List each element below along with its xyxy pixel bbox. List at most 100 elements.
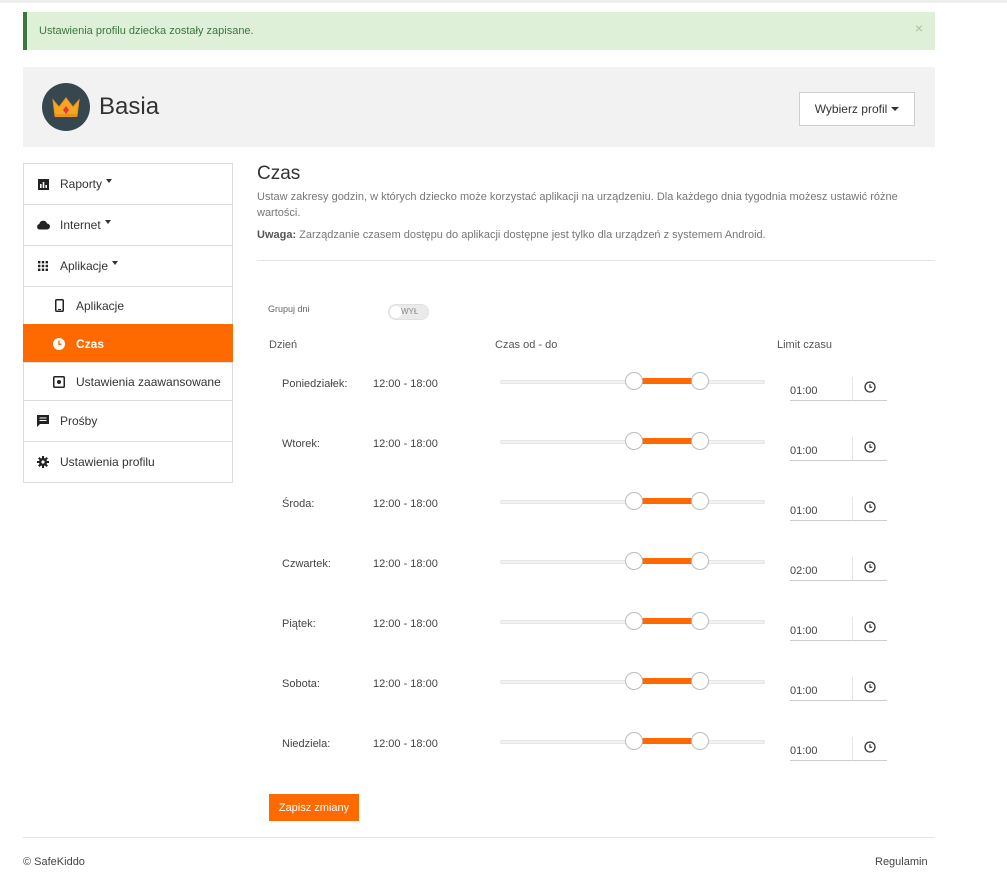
page-description: Ustaw zakresy godzin, w których dziecko …: [257, 191, 898, 219]
time-range-label: 12:00 - 18:00: [373, 438, 438, 450]
schedule-row: Środa: 12:00 - 18:00 01:00: [0, 492, 1007, 558]
note-text: Zarządzanie czasem dostępu do aplikacji …: [296, 229, 766, 241]
slider-range-fill: [633, 738, 700, 744]
slider-range-fill: [633, 558, 700, 564]
time-range-label: 12:00 - 18:00: [373, 378, 438, 390]
time-limit-input[interactable]: 01:00: [790, 497, 852, 521]
schedule-row: Niedziela: 12:00 - 18:00 01:00: [0, 732, 1007, 798]
note-label: Uwaga:: [257, 229, 297, 241]
group-days-toggle[interactable]: WYŁ: [388, 304, 429, 320]
slider-range-fill: [633, 378, 700, 384]
time-range-label: 12:00 - 18:00: [373, 558, 438, 570]
clock-icon: [52, 337, 66, 351]
sidebar-item-label: Aplikacje: [76, 298, 125, 313]
crown-icon: [52, 97, 80, 117]
sidebar-item-label: Internet: [60, 218, 101, 232]
time-limit-input[interactable]: 01:00: [790, 377, 852, 401]
day-label: Wtorek:: [282, 438, 320, 450]
schedule-row: Sobota: 12:00 - 18:00 01:00: [0, 672, 1007, 738]
slider-handle-end[interactable]: [690, 432, 709, 450]
day-label: Poniedziałek:: [282, 378, 348, 390]
profile-header: Basia Wybierz profil: [23, 67, 935, 147]
page-title: Czas: [257, 163, 301, 184]
save-button[interactable]: Zapisz zmiany: [269, 794, 359, 821]
profile-select-label: Wybierz profil: [814, 102, 888, 116]
time-limit-input[interactable]: 01:00: [790, 437, 852, 461]
terms-link[interactable]: Regulamin: [875, 856, 928, 868]
time-range-label: 12:00 - 18:00: [373, 498, 438, 510]
time-limit-input[interactable]: 01:00: [790, 677, 852, 701]
slider-handle-start[interactable]: [624, 492, 643, 510]
slider-handle-start[interactable]: [624, 612, 643, 630]
clock-icon[interactable]: [852, 557, 887, 581]
sidebar-item-label: Raporty: [60, 177, 103, 191]
chevron-down-icon: [104, 220, 111, 224]
sidebar-item-internet[interactable]: Internet: [23, 204, 233, 246]
time-range-slider[interactable]: [500, 672, 765, 690]
avatar: [42, 83, 90, 131]
column-header-limit: Limit czasu: [777, 339, 833, 351]
success-alert: Ustawienia profilu dziecka zostały zapis…: [23, 12, 935, 50]
bar-chart-icon: [36, 177, 50, 191]
cloud-icon: [36, 218, 50, 232]
slider-handle-end[interactable]: [690, 492, 709, 510]
slider-range-fill: [633, 618, 700, 624]
slider-handle-end[interactable]: [690, 372, 709, 390]
sidebar-subitem-czas[interactable]: Czas: [23, 324, 233, 363]
day-label: Czwartek:: [282, 558, 331, 570]
sidebar-item-label: Czas: [76, 336, 105, 351]
profile-select-button[interactable]: Wybierz profil: [799, 92, 915, 126]
schedule-row: Poniedziałek: 12:00 - 18:00 01:00: [0, 372, 1007, 438]
day-label: Niedziela:: [282, 738, 331, 750]
slider-range-fill: [633, 678, 700, 684]
time-range-label: 12:00 - 18:00: [373, 738, 438, 750]
sidebar-item-aplikacje[interactable]: Aplikacje: [23, 245, 233, 287]
clock-icon[interactable]: [852, 437, 887, 461]
slider-handle-start[interactable]: [624, 552, 643, 570]
toggle-state: WYŁ: [401, 307, 419, 316]
clock-icon[interactable]: [852, 677, 887, 701]
slider-handle-start[interactable]: [624, 432, 643, 450]
chevron-down-icon: [106, 179, 113, 183]
time-limit-input[interactable]: 01:00: [790, 617, 852, 641]
phone-icon: [52, 299, 66, 313]
group-days-label: Grupuj dni: [268, 304, 310, 314]
sidebar-subitem-aplikacje[interactable]: Aplikacje: [23, 286, 233, 325]
apps-grid-icon: [36, 259, 50, 273]
slider-handle-end[interactable]: [690, 672, 709, 690]
clock-icon[interactable]: [852, 497, 887, 521]
time-range-slider[interactable]: [500, 552, 765, 570]
time-range-label: 12:00 - 18:00: [373, 678, 438, 690]
chevron-down-icon: [112, 261, 119, 265]
schedule-row: Czwartek: 12:00 - 18:00 02:00: [0, 552, 1007, 618]
sidebar-item-raporty[interactable]: Raporty: [23, 163, 233, 205]
time-range-slider[interactable]: [500, 492, 765, 510]
slider-range-fill: [633, 438, 700, 444]
slider-handle-end[interactable]: [690, 612, 709, 630]
time-range-slider[interactable]: [500, 372, 765, 390]
schedule-row: Wtorek: 12:00 - 18:00 01:00: [0, 432, 1007, 498]
clock-icon[interactable]: [852, 617, 887, 641]
footer-copyright: © SafeKiddo: [23, 856, 85, 868]
time-limit-input[interactable]: 02:00: [790, 557, 852, 581]
slider-handle-start[interactable]: [624, 372, 643, 390]
time-range-label: 12:00 - 18:00: [373, 618, 438, 630]
page-note: Uwaga: Zarządzanie czasem dostępu do apl…: [257, 229, 917, 241]
time-range-slider[interactable]: [500, 432, 765, 450]
clock-icon[interactable]: [852, 737, 887, 761]
slider-handle-start[interactable]: [624, 672, 643, 690]
time-range-slider[interactable]: [500, 732, 765, 750]
footer-divider: [23, 837, 935, 838]
slider-handle-start[interactable]: [624, 732, 643, 750]
divider: [257, 260, 935, 261]
time-limit-input[interactable]: 01:00: [790, 737, 852, 761]
clock-icon[interactable]: [852, 377, 887, 401]
day-label: Środa:: [282, 498, 315, 510]
slider-handle-end[interactable]: [690, 732, 709, 750]
slider-range-fill: [633, 498, 700, 504]
slider-handle-end[interactable]: [690, 552, 709, 570]
column-header-day: Dzień: [269, 339, 298, 351]
time-range-slider[interactable]: [500, 612, 765, 630]
close-icon[interactable]: ×: [915, 20, 923, 36]
top-border: [0, 0, 1007, 3]
